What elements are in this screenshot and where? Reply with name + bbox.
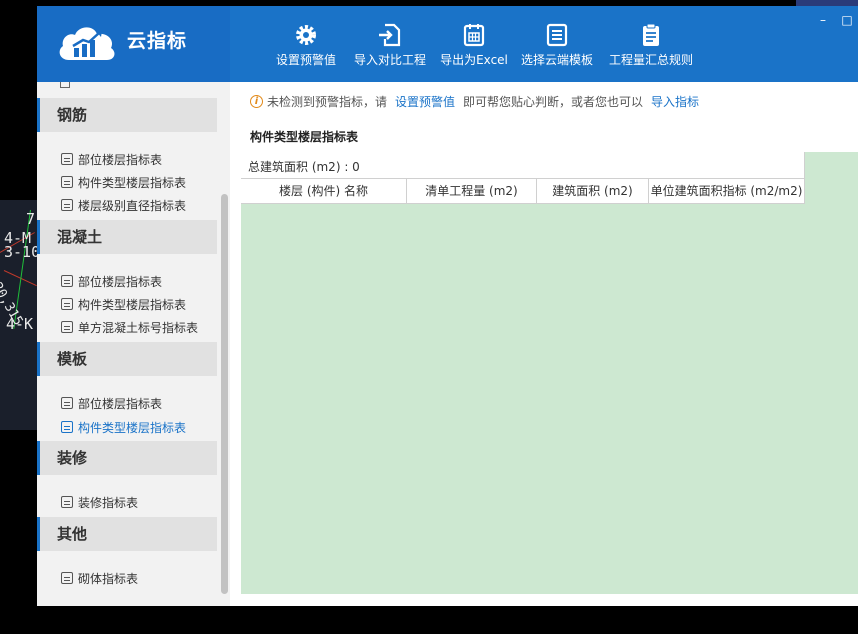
sidebar-item-rebar-diameter[interactable]: 楼层级别直径指标表 [61, 195, 186, 215]
warning-notice: i 未检测到预警指标，请 设置预警值 即可帮您贴心判断，或者您也可以 导入指标 [250, 93, 707, 110]
toolbar-label: 导入对比工程 [353, 53, 426, 67]
sidebar-item-decoration[interactable]: 装修指标表 [61, 492, 138, 512]
main-content: i 未检测到预警指标，请 设置预警值 即可帮您贴心判断，或者您也可以 导入指标 … [230, 82, 858, 606]
import-indicator-link[interactable]: 导入指标 [651, 93, 699, 110]
data-grid[interactable] [241, 152, 858, 594]
sidebar-item-rebar-part-floor[interactable]: 部位楼层指标表 [61, 149, 162, 169]
sidebar-item-concrete-grade[interactable]: 单方混凝土标号指标表 [61, 317, 198, 337]
cad-label: 3-10 [4, 243, 41, 261]
toolbar-label: 导出为Excel [440, 53, 508, 67]
table-icon [61, 298, 73, 310]
section-other[interactable]: 其他 [37, 517, 217, 551]
cloud-template-button[interactable]: 选择云端模板 [513, 6, 601, 82]
logo-area: 云指标 [37, 6, 230, 82]
sidebar-item-label: 构件类型楼层指标表 [78, 175, 187, 190]
cad-label: 4-K [6, 315, 34, 333]
sidebar-item-concrete-type-floor[interactable]: 构件类型楼层指标表 [61, 294, 186, 314]
table-icon [61, 153, 73, 165]
section-concrete[interactable]: 混凝土 [37, 220, 217, 254]
sidebar-item-label: 部位楼层指标表 [78, 396, 163, 411]
sidebar-item-label: 楼层级别直径指标表 [78, 198, 187, 213]
sidebar-item-label: 单方混凝土标号指标表 [78, 320, 199, 335]
total-area-label: 总建筑面积 (m2) : 0 [248, 160, 360, 174]
sidebar-item-formwork-part-floor[interactable]: 部位楼层指标表 [61, 393, 162, 413]
sidebar-item-masonry[interactable]: 砌体指标表 [61, 568, 138, 588]
column-header-unit-index[interactable]: 单位建筑面积指标 (m2/m2) [649, 179, 805, 203]
sidebar-item-label: 构件类型楼层指标表 [78, 297, 187, 312]
sidebar-item-label: 砌体指标表 [78, 571, 139, 586]
import-icon [379, 23, 401, 47]
app-window: 云指标 设置预警值 导入对比工程 导出为Excel 选择云端模板 工程量汇总规则… [37, 6, 858, 606]
collapsed-item-stub [60, 82, 70, 88]
import-compare-button[interactable]: 导入对比工程 [345, 6, 435, 82]
toolbar-label: 选择云端模板 [520, 53, 593, 67]
sidebar-item-label: 部位楼层指标表 [78, 152, 163, 167]
excel-export-icon [463, 24, 485, 47]
toolbar-label: 工程量汇总规则 [608, 53, 693, 67]
table-icon [61, 397, 73, 409]
toolbar: 设置预警值 导入对比工程 导出为Excel 选择云端模板 工程量汇总规则 [267, 6, 701, 82]
maximize-button[interactable]: □ [840, 13, 854, 27]
table-icon [61, 572, 73, 584]
set-warning-link[interactable]: 设置预警值 [395, 93, 455, 110]
section-rebar[interactable]: 钢筋 [37, 98, 217, 132]
table-title: 构件类型楼层指标表 [250, 130, 359, 144]
column-header-quantity[interactable]: 清单工程量 (m2) [407, 179, 537, 203]
sidebar-item-formwork-type-floor[interactable]: 构件类型楼层指标表 [61, 417, 186, 437]
table-icon [61, 321, 73, 333]
minimize-button[interactable]: – [816, 13, 830, 27]
sidebar-item-concrete-part-floor[interactable]: 部位楼层指标表 [61, 271, 162, 291]
section-formwork[interactable]: 模板 [37, 342, 217, 376]
cad-label: 7 [26, 210, 36, 228]
sidebar: 钢筋 部位楼层指标表 构件类型楼层指标表 楼层级别直径指标表 混凝土 部位楼层指… [37, 82, 230, 606]
table-icon [61, 421, 73, 433]
sidebar-scrollbar-thumb[interactable] [221, 194, 228, 594]
cloud-chart-logo-icon [59, 27, 115, 60]
sidebar-item-label: 装修指标表 [78, 495, 139, 510]
header-bar: 云指标 设置预警值 导入对比工程 导出为Excel 选择云端模板 工程量汇总规则… [37, 6, 858, 82]
notice-text: 即可帮您贴心判断，或者您也可以 [463, 95, 644, 109]
set-warning-button[interactable]: 设置预警值 [267, 6, 345, 82]
summary-rules-button[interactable]: 工程量汇总规则 [601, 6, 701, 82]
column-header-floor-name[interactable]: 楼层 (构件) 名称 [241, 179, 407, 203]
sidebar-item-label: 部位楼层指标表 [78, 274, 163, 289]
table-icon [61, 199, 73, 211]
section-decoration[interactable]: 装修 [37, 441, 217, 475]
template-icon [546, 23, 568, 47]
notice-text: 未检测到预警指标，请 [267, 95, 388, 109]
table-header: 楼层 (构件) 名称 清单工程量 (m2) 建筑面积 (m2) 单位建筑面积指标… [241, 178, 805, 204]
sidebar-item-label: 构件类型楼层指标表 [78, 420, 187, 435]
toolbar-label: 设置预警值 [275, 53, 336, 67]
export-excel-button[interactable]: 导出为Excel [435, 6, 513, 82]
info-icon: i [250, 95, 263, 108]
clipboard-icon [643, 23, 659, 46]
table-icon [61, 176, 73, 188]
table-icon [61, 496, 73, 508]
window-controls: – □ [816, 13, 854, 27]
gear-icon [296, 25, 316, 45]
column-header-building-area[interactable]: 建筑面积 (m2) [537, 179, 649, 203]
sidebar-item-rebar-type-floor[interactable]: 构件类型楼层指标表 [61, 172, 186, 192]
app-title: 云指标 [127, 30, 188, 52]
table-icon [61, 275, 73, 287]
